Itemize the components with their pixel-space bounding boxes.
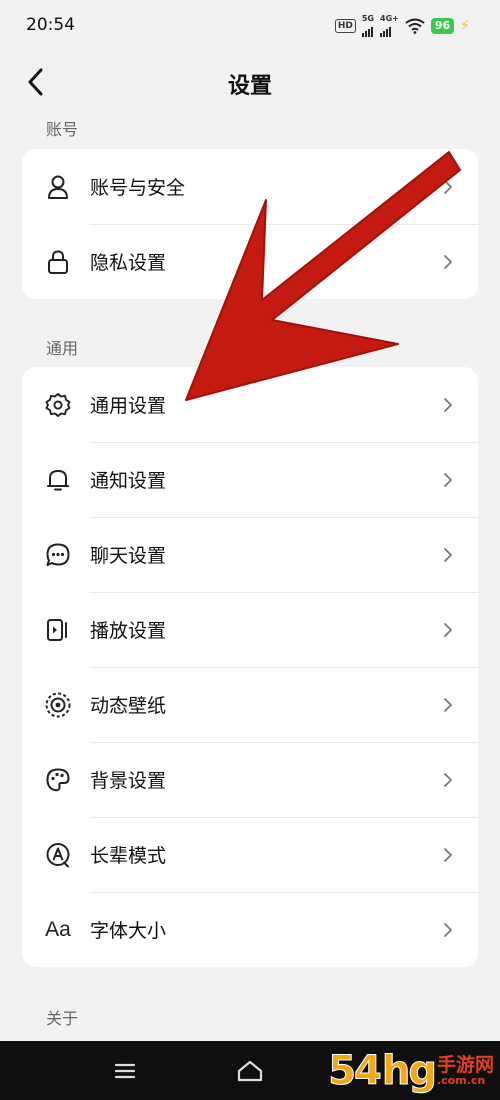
watermark-url: .com.cn [436, 1074, 486, 1087]
settings-item-background[interactable]: 背景设置 [22, 742, 478, 817]
settings-item-label: 长辈模式 [90, 845, 167, 867]
play-screen-icon [44, 616, 72, 644]
chevron-right-icon [440, 179, 456, 195]
account-card: 账号与安全 隐私设置 [22, 149, 478, 299]
status-time: 20:54 [26, 15, 75, 35]
lock-icon [44, 248, 72, 276]
section-label-account: 账号 [46, 120, 79, 139]
palette-icon [44, 766, 72, 794]
page-title: 设置 [227, 74, 272, 99]
chat-bubble-icon [44, 541, 72, 569]
general-card: 通用设置 通知设置 聊天设置 播放设置 动态壁纸 背景设置 长辈模式 Aa 字体… [22, 367, 478, 967]
home-button[interactable] [235, 1057, 265, 1085]
chevron-right-icon [440, 622, 456, 638]
status-icons: HD 5G 4G+ 96 ⚡ [334, 14, 470, 37]
watermark-text: 手游网 .com.cn [436, 1054, 494, 1087]
status-bar: 20:54 HD 5G 4G+ 96 ⚡ [0, 0, 500, 52]
person-icon [44, 173, 72, 201]
settings-item-live-wallpaper[interactable]: 动态壁纸 [22, 667, 478, 742]
battery-indicator: 96 [430, 18, 455, 34]
settings-item-label: 动态壁纸 [90, 695, 167, 717]
chevron-right-icon [440, 847, 456, 863]
section-label-about: 关于 [46, 1009, 79, 1028]
menu-icon [114, 1063, 136, 1079]
navigation-bar: 设置 [0, 52, 500, 114]
settings-item-label: 背景设置 [90, 770, 167, 792]
settings-item-label: 字体大小 [90, 920, 167, 942]
chevron-right-icon [440, 697, 456, 713]
network-4g: 4G+ [380, 15, 399, 37]
settings-item-playback[interactable]: 播放设置 [22, 592, 478, 667]
signal-icon [361, 23, 373, 37]
wifi-icon [405, 18, 425, 34]
watermark-glyph: hg [381, 1048, 437, 1095]
live-wallpaper-icon [44, 691, 72, 719]
charging-icon: ⚡ [460, 18, 470, 34]
chevron-right-icon [440, 472, 456, 488]
bell-icon [44, 466, 72, 494]
watermark-logo: 54 hg 手游网 .com.cn [328, 1046, 494, 1096]
font-size-icon: Aa [45, 917, 71, 941]
settings-item-account-security[interactable]: 账号与安全 [22, 149, 478, 224]
settings-item-privacy[interactable]: 隐私设置 [22, 224, 478, 299]
settings-item-notification[interactable]: 通知设置 [22, 442, 478, 517]
hd-badge: HD [334, 19, 356, 33]
watermark-cn: 手游网 [436, 1054, 494, 1076]
home-icon [237, 1060, 263, 1082]
chevron-right-icon [440, 254, 456, 270]
elder-mode-icon [44, 841, 72, 869]
network-4g-label: 4G+ [380, 14, 399, 23]
chevron-right-icon [440, 397, 456, 413]
settings-item-label: 账号与安全 [90, 177, 186, 199]
settings-item-label: 通用设置 [90, 395, 167, 417]
settings-item-general[interactable]: 通用设置 [22, 367, 478, 442]
gear-icon [44, 391, 72, 419]
settings-item-label: 隐私设置 [90, 252, 167, 274]
settings-item-chat[interactable]: 聊天设置 [22, 517, 478, 592]
settings-item-label: 聊天设置 [90, 545, 167, 567]
settings-item-label: 通知设置 [90, 470, 167, 492]
network-5g-label: 5G [361, 14, 374, 23]
signal-icon [380, 23, 391, 37]
chevron-right-icon [440, 547, 456, 563]
network-5g: 5G [361, 14, 374, 37]
section-label-general: 通用 [46, 339, 79, 358]
settings-item-elder-mode[interactable]: 长辈模式 [22, 817, 478, 892]
menu-button[interactable] [110, 1057, 140, 1085]
settings-item-font-size[interactable]: Aa 字体大小 [22, 892, 478, 967]
settings-item-label: 播放设置 [90, 620, 167, 642]
chevron-right-icon [440, 922, 456, 938]
chevron-right-icon [440, 772, 456, 788]
watermark-number: 54 [328, 1048, 383, 1095]
